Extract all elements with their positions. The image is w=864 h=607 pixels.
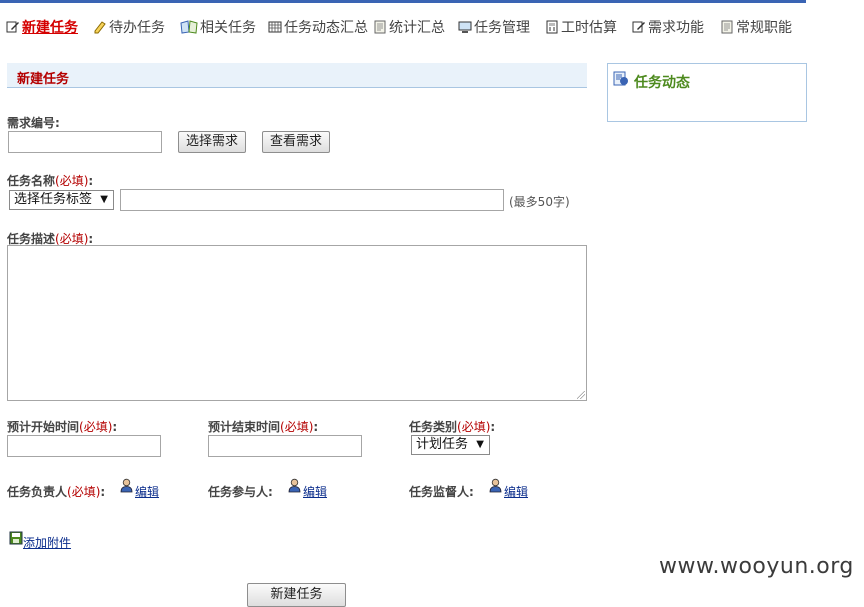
view-demand-button[interactable]: 查看需求	[262, 131, 330, 153]
watermark: www.wooyun.org	[659, 554, 854, 579]
panel-title: 任务动态	[634, 75, 690, 91]
document-icon	[721, 20, 733, 34]
nav-item-effort-estimate[interactable]: 工时估算	[545, 17, 617, 39]
required-mark: (必填)	[280, 420, 314, 434]
task-name-label-text: 任务名称	[7, 174, 56, 188]
top-accent-line	[0, 0, 806, 3]
start-time-label-text: 预计开始时间	[7, 420, 80, 434]
task-tag-select[interactable]: 选择任务标签 ▼	[9, 190, 114, 210]
required-mark: (必填)	[457, 420, 491, 434]
section-title: 新建任务	[17, 72, 70, 87]
end-time-input[interactable]	[208, 435, 362, 457]
task-type-label: 任务类别(必填):	[409, 420, 496, 434]
demand-no-label: 需求编号:	[7, 116, 60, 130]
nav-item-task-management[interactable]: 任务管理	[458, 17, 530, 39]
select-demand-button[interactable]: 选择需求	[178, 131, 246, 153]
calendar-icon	[268, 21, 282, 33]
calculator-icon	[546, 20, 558, 34]
end-time-label-text: 预计结束时间	[208, 420, 281, 434]
monitor-icon	[458, 21, 472, 33]
nav-item-new-task[interactable]: 新建任务	[6, 17, 78, 39]
task-type-label-text: 任务类别	[409, 420, 458, 434]
nav-item-todo-tasks[interactable]: 待办任务	[93, 17, 165, 39]
participants-edit-link[interactable]: 编辑	[303, 483, 327, 500]
task-name-label: 任务名称(必填):	[7, 174, 94, 188]
edit-icon	[6, 21, 19, 33]
nav-item-requirement-functions[interactable]: 需求功能	[632, 17, 704, 39]
pencil-icon	[94, 21, 106, 34]
person-icon	[288, 478, 301, 493]
end-time-label: 预计结束时间(必填):	[208, 420, 319, 434]
owner-label-text: 任务负责人	[7, 485, 68, 499]
nav-item-routine-duties[interactable]: 常规职能	[720, 17, 792, 39]
add-attachment-link[interactable]: 添加附件	[23, 534, 71, 551]
news-icon	[613, 71, 628, 86]
form-section-header: 新建任务	[7, 63, 587, 88]
dropdown-arrow-icon: ▼	[476, 439, 484, 450]
nav-item-task-activity-summary[interactable]: 任务动态汇总	[268, 17, 368, 39]
supervisor-edit-link[interactable]: 编辑	[504, 483, 528, 500]
resize-grip[interactable]	[577, 391, 585, 399]
task-activity-panel: 任务动态	[607, 63, 807, 122]
edit-icon	[632, 21, 645, 33]
participants-label: 任务参与人:	[208, 485, 273, 499]
owner-label: 任务负责人(必填):	[7, 485, 106, 499]
create-task-button[interactable]: 新建任务	[247, 583, 346, 607]
document-icon	[374, 20, 386, 34]
start-time-label: 预计开始时间(必填):	[7, 420, 118, 434]
nav-item-related-tasks[interactable]: 相关任务	[180, 17, 256, 39]
required-mark: (必填)	[55, 174, 89, 188]
required-mark: (必填)	[79, 420, 113, 434]
book-icon	[180, 20, 198, 34]
person-icon	[489, 478, 502, 493]
owner-edit-link[interactable]: 编辑	[135, 483, 159, 500]
start-time-input[interactable]	[7, 435, 161, 457]
task-desc-textarea[interactable]	[7, 245, 587, 401]
task-type-select[interactable]: 计划任务 ▼	[411, 435, 490, 455]
supervisor-label: 任务监督人:	[409, 485, 474, 499]
person-icon	[120, 478, 133, 493]
task-name-max-hint: (最多50字)	[509, 195, 570, 209]
demand-no-input[interactable]	[8, 131, 162, 153]
attachment-save-icon	[9, 531, 23, 545]
required-mark: (必填)	[55, 232, 89, 246]
task-tag-select-value: 选择任务标签	[14, 192, 93, 207]
task-desc-label-text: 任务描述	[7, 232, 56, 246]
task-type-select-value: 计划任务	[416, 437, 469, 452]
task-name-input[interactable]	[120, 189, 504, 211]
dropdown-arrow-icon: ▼	[100, 194, 108, 205]
nav-item-statistics-summary[interactable]: 统计汇总	[373, 17, 445, 39]
required-mark: (必填)	[67, 485, 101, 499]
